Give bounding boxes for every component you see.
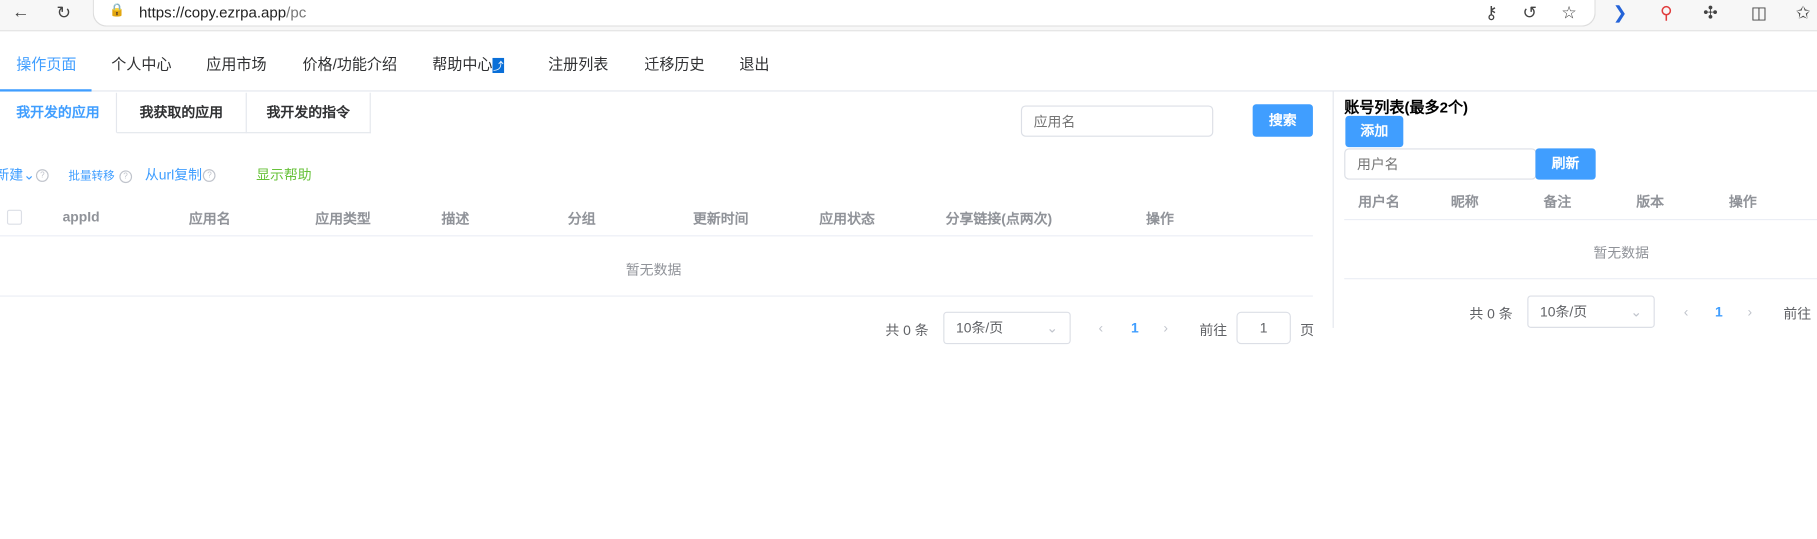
- nav-personal-center[interactable]: 个人中心: [111, 52, 171, 74]
- extension-pin-icon[interactable]: ⚲: [1655, 2, 1678, 23]
- nav-app-market[interactable]: 应用市场: [206, 52, 266, 74]
- column-header: 分组: [567, 210, 596, 228]
- nav-help-label: 帮助中心: [432, 55, 493, 74]
- split-screen-icon[interactable]: ◫: [1747, 2, 1770, 23]
- app-name-search-input[interactable]: [1020, 105, 1214, 137]
- copy-url-label: 从url复制: [144, 166, 203, 184]
- goto-label: 前往: [1199, 322, 1228, 339]
- nav-help-center[interactable]: 帮助中心⤴: [432, 52, 505, 74]
- back-icon[interactable]: ←: [9, 2, 32, 22]
- chevron-down-icon: ⌄: [1630, 303, 1643, 320]
- table-bottom-divider: [0, 295, 1313, 297]
- key-icon[interactable]: ⚷: [1480, 2, 1503, 23]
- column-header: 操作: [1146, 210, 1174, 228]
- select-all-checkbox[interactable]: [6, 209, 23, 225]
- page-size-select[interactable]: 10条/页 ⌄: [943, 311, 1071, 345]
- account-goto-label: 前往: [1783, 305, 1812, 323]
- table-header-divider: [0, 235, 1313, 237]
- add-account-button[interactable]: 添加: [1345, 115, 1404, 148]
- column-header: appId: [62, 208, 100, 225]
- star-icon[interactable]: ☆: [1557, 2, 1580, 23]
- account-next-page-icon[interactable]: ›: [1747, 304, 1752, 320]
- column-header: 应用名: [188, 210, 231, 228]
- url-path: /pc: [286, 3, 307, 21]
- next-page-icon[interactable]: ›: [1163, 320, 1168, 336]
- nav-active-indicator: [0, 89, 92, 92]
- column-header: 分享链接(点两次): [945, 210, 1053, 228]
- chevron-down-icon: ⌄: [23, 166, 35, 184]
- extensions-icon[interactable]: ✣: [1699, 2, 1722, 23]
- account-list-title: 账号列表(最多2个): [1344, 98, 1469, 116]
- page-size-value: 10条/页: [956, 319, 1004, 337]
- url-text[interactable]: https://copy.ezrpa.app/pc: [139, 3, 306, 20]
- help-circle-icon[interactable]: ?: [203, 169, 216, 183]
- edge-refresh-icon[interactable]: ↺: [1518, 2, 1541, 23]
- nav-logout[interactable]: 退出: [739, 52, 769, 74]
- column-header: 更新时间: [692, 210, 749, 228]
- new-dropdown[interactable]: 新建⌄?: [0, 165, 49, 185]
- extension-arrow-icon[interactable]: ❯: [1608, 2, 1631, 23]
- search-button[interactable]: 搜索: [1252, 104, 1313, 137]
- account-header-divider: [1344, 219, 1817, 221]
- tab-my-obtained-apps[interactable]: 我获取的应用: [117, 92, 247, 134]
- account-page-size-value: 10条/页: [1540, 303, 1588, 320]
- nav-pricing[interactable]: 价格/功能介绍: [302, 52, 397, 74]
- favorites-icon[interactable]: ✩: [1792, 2, 1815, 23]
- prev-page-icon[interactable]: ‹: [1099, 320, 1104, 336]
- batch-label: 批量转移: [68, 170, 115, 184]
- url-host: https://copy.ezrpa.app: [139, 3, 287, 21]
- account-total-count: 共 0 条: [1469, 305, 1513, 323]
- account-bottom-divider: [1344, 278, 1817, 280]
- tab-my-developed-commands[interactable]: 我开发的指令: [246, 92, 371, 134]
- page-number-current[interactable]: 1: [1131, 320, 1139, 336]
- column-header: 备注: [1543, 193, 1572, 210]
- page-suffix: 页: [1300, 322, 1315, 339]
- nav-migration-history[interactable]: 迁移历史: [644, 52, 704, 74]
- external-link-icon: ⤴: [492, 58, 505, 74]
- account-empty-text: 暂无数据: [1593, 244, 1649, 261]
- account-prev-page-icon[interactable]: ‹: [1684, 304, 1689, 320]
- column-header: 用户名: [1358, 193, 1400, 210]
- column-header: 应用类型: [315, 210, 371, 228]
- help-circle-icon[interactable]: ?: [119, 170, 132, 183]
- nav-divider: [0, 90, 1817, 92]
- nav-operation-page[interactable]: 操作页面: [16, 52, 76, 74]
- column-header: 操作: [1728, 193, 1757, 210]
- username-input[interactable]: [1344, 148, 1537, 180]
- goto-page-input[interactable]: [1236, 311, 1291, 345]
- nav-register-list[interactable]: 注册列表: [548, 52, 608, 74]
- column-header: 应用状态: [819, 210, 875, 228]
- column-header: 昵称: [1450, 193, 1479, 210]
- empty-text: 暂无数据: [625, 261, 682, 279]
- lock-icon[interactable]: 🔒: [105, 2, 128, 17]
- account-page-number-current[interactable]: 1: [1715, 304, 1723, 320]
- help-circle-icon[interactable]: ?: [36, 169, 49, 183]
- chevron-down-icon: ⌄: [1046, 319, 1058, 337]
- address-bar[interactable]: [92, 0, 1596, 27]
- panel-divider: [1332, 91, 1334, 328]
- total-count: 共 0 条: [885, 322, 929, 339]
- column-header: 描述: [441, 210, 470, 228]
- show-help-link[interactable]: 显示帮助: [256, 165, 312, 185]
- copy-from-url-link[interactable]: 从url复制?: [145, 165, 216, 185]
- tab-my-developed-apps[interactable]: 我开发的应用: [0, 92, 118, 134]
- refresh-button[interactable]: 刷新: [1535, 148, 1596, 180]
- new-label: 新建: [0, 166, 24, 184]
- account-page-size-select[interactable]: 10条/页 ⌄: [1527, 295, 1655, 328]
- reload-icon[interactable]: ↻: [52, 2, 75, 23]
- batch-transfer-link[interactable]: 批量转移 ?: [68, 166, 132, 184]
- column-header: 版本: [1636, 193, 1665, 210]
